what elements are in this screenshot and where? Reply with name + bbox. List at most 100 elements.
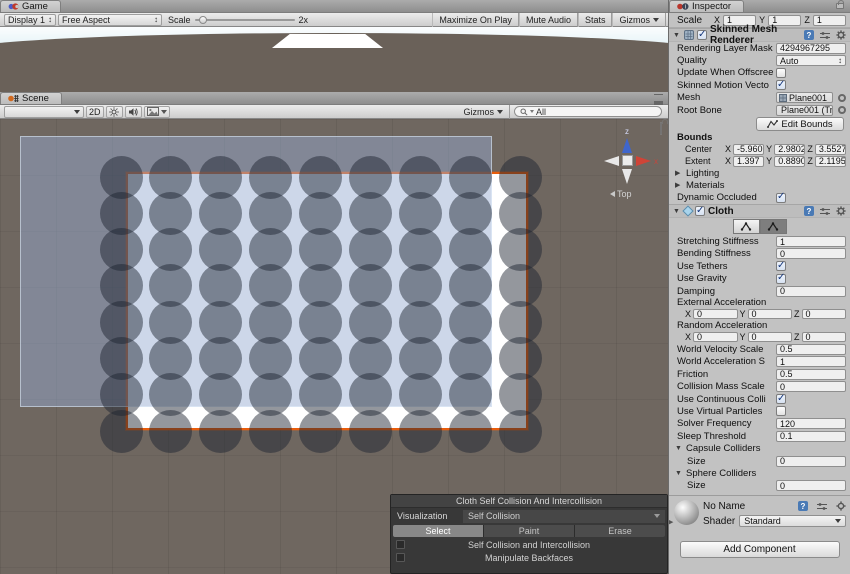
capsule-colliders-foldout[interactable]: ▼ <box>675 445 683 452</box>
update-when-offscreen-checkbox[interactable] <box>776 68 786 78</box>
gear-icon[interactable] <box>836 501 846 511</box>
bounds-extent-z-field[interactable]: 2.1195 <box>815 156 846 167</box>
cloth-particle[interactable] <box>449 410 492 453</box>
help-icon[interactable] <box>804 206 814 216</box>
gizmo-view-label[interactable]: Top <box>610 189 632 199</box>
gear-icon[interactable] <box>836 206 846 216</box>
search-filter-chevron-icon[interactable] <box>530 110 534 113</box>
edit-cloth-self-collision-button[interactable] <box>760 219 787 234</box>
bounds-center-x-field[interactable]: -5.960 <box>733 144 764 155</box>
tab-game[interactable]: Game <box>0 0 61 12</box>
scene-gizmos-dropdown[interactable]: Gizmos <box>457 105 510 119</box>
stats-button[interactable]: Stats <box>578 13 613 27</box>
collision-mass-scale-field[interactable]: 0 <box>776 381 846 392</box>
gizmo-x-axis-cone[interactable] <box>636 156 651 166</box>
bounds-center-z-field[interactable]: 3.5527 <box>815 144 846 155</box>
smr-enabled-checkbox[interactable] <box>697 30 707 40</box>
quality-dropdown[interactable]: Auto↕ <box>776 55 846 66</box>
smr-component-header[interactable]: ▼ Skinned Mesh Renderer <box>669 28 850 42</box>
world-acceleration-scale-field[interactable]: 1 <box>776 356 846 367</box>
damping-field[interactable]: 0 <box>776 286 846 297</box>
random-acceleration-y-field[interactable]: 0 <box>748 332 792 342</box>
edit-cloth-constraints-button[interactable] <box>733 219 760 234</box>
capsule-colliders-size-field[interactable]: 0 <box>776 456 846 467</box>
select-button[interactable]: Select <box>393 525 483 537</box>
object-picker-icon[interactable] <box>838 94 846 102</box>
cloth-particle[interactable] <box>349 410 392 453</box>
manipulate-backfaces-checkbox[interactable] <box>396 553 405 562</box>
visualization-dropdown[interactable]: Self Collision <box>463 510 665 523</box>
dynamic-occluded-checkbox[interactable] <box>776 193 786 203</box>
stretching-stiffness-field[interactable]: 1 <box>776 236 846 247</box>
sphere-colliders-foldout[interactable]: ▼ <box>675 470 683 477</box>
game-viewport[interactable] <box>0 27 668 92</box>
display-dropdown[interactable]: Display 1↕ <box>4 14 56 26</box>
cloth-particle[interactable] <box>249 410 292 453</box>
scene-audio-button[interactable] <box>125 106 142 118</box>
foldout-closed-icon[interactable]: ▶ <box>668 518 673 526</box>
cloth-particle[interactable] <box>100 410 143 453</box>
cloth-component-header[interactable]: ▼ Cloth <box>669 204 850 218</box>
maximize-on-play-button[interactable]: Maximize On Play <box>432 13 519 27</box>
external-acceleration-y-field[interactable]: 0 <box>748 309 792 319</box>
help-icon[interactable] <box>798 501 808 511</box>
scene-lighting-button[interactable] <box>106 106 123 118</box>
external-acceleration-z-field[interactable]: 0 <box>802 309 846 319</box>
cloth-particle[interactable] <box>399 410 442 453</box>
shader-dropdown[interactable]: Standard <box>739 515 846 527</box>
aspect-dropdown[interactable]: Free Aspect↕ <box>58 14 162 26</box>
scene-effects-button[interactable] <box>144 106 170 118</box>
solver-frequency-field[interactable]: 120 <box>776 418 846 429</box>
materials-foldout[interactable]: ▶Materials <box>669 179 850 191</box>
scale-slider[interactable] <box>195 19 295 21</box>
inspector-lock-icon[interactable] <box>836 3 844 9</box>
self-collision-checkbox[interactable] <box>396 540 405 549</box>
bounds-extent-y-field[interactable]: 0.8890 <box>774 156 805 167</box>
help-icon[interactable] <box>804 30 814 40</box>
scene-search-input[interactable]: All <box>514 106 662 117</box>
cloth-particle[interactable] <box>299 410 342 453</box>
draw-mode-dropdown[interactable] <box>4 106 84 118</box>
object-picker-icon[interactable] <box>838 106 846 114</box>
root-bone-object-field[interactable]: Plane001 (Tran <box>776 105 833 116</box>
erase-button[interactable]: Erase <box>575 525 665 537</box>
panel-menu-icon[interactable] <box>654 94 663 101</box>
bounds-center-y-field[interactable]: 2.9802 <box>774 144 805 155</box>
presets-icon[interactable] <box>820 207 830 216</box>
toggle-2d-button[interactable]: 2D <box>86 106 104 118</box>
gear-icon[interactable] <box>836 30 846 40</box>
game-gizmos-dropdown[interactable]: Gizmos <box>612 13 666 27</box>
tab-scene[interactable]: Scene <box>0 92 62 104</box>
material-preview-sphere[interactable] <box>674 500 699 525</box>
use-virtual-particles-checkbox[interactable] <box>776 406 786 416</box>
cloth-particle[interactable] <box>199 410 242 453</box>
foldout-open-icon[interactable]: ▼ <box>673 208 681 215</box>
foldout-open-icon[interactable]: ▼ <box>673 32 681 39</box>
tab-inspector[interactable]: i Inspector <box>669 0 744 12</box>
world-velocity-scale-field[interactable]: 0.5 <box>776 344 846 355</box>
presets-icon[interactable] <box>817 502 827 511</box>
random-acceleration-x-field[interactable]: 0 <box>693 332 737 342</box>
gizmo-down-cone[interactable] <box>622 169 632 184</box>
use-gravity-checkbox[interactable] <box>776 274 786 284</box>
cloth-particle[interactable] <box>149 410 192 453</box>
lighting-foldout[interactable]: ▶Lighting <box>669 167 850 179</box>
sleep-threshold-field[interactable]: 0.1 <box>776 431 846 442</box>
cloth-enabled-checkbox[interactable] <box>695 206 705 216</box>
presets-icon[interactable] <box>820 31 830 40</box>
scene-gizmo-lock-icon[interactable] <box>660 123 662 134</box>
random-acceleration-z-field[interactable]: 0 <box>802 332 846 342</box>
friction-field[interactable]: 0.5 <box>776 369 846 380</box>
scale-z-field[interactable]: 1 <box>813 15 846 26</box>
bending-stiffness-field[interactable]: 0 <box>776 248 846 259</box>
rendering-layer-mask-field[interactable]: 4294967295 <box>776 43 846 54</box>
edit-bounds-button[interactable]: Edit Bounds <box>756 117 844 131</box>
mute-audio-button[interactable]: Mute Audio <box>519 13 578 27</box>
gizmo-center-cube[interactable] <box>622 155 633 166</box>
bounds-extent-x-field[interactable]: 1.397 <box>733 156 764 167</box>
use-continuous-collision-checkbox[interactable] <box>776 394 786 404</box>
external-acceleration-x-field[interactable]: 0 <box>693 309 737 319</box>
mesh-object-field[interactable]: Plane001 <box>776 92 833 103</box>
sphere-colliders-size-field[interactable]: 0 <box>776 480 846 491</box>
scale-slider-thumb[interactable] <box>199 16 207 24</box>
